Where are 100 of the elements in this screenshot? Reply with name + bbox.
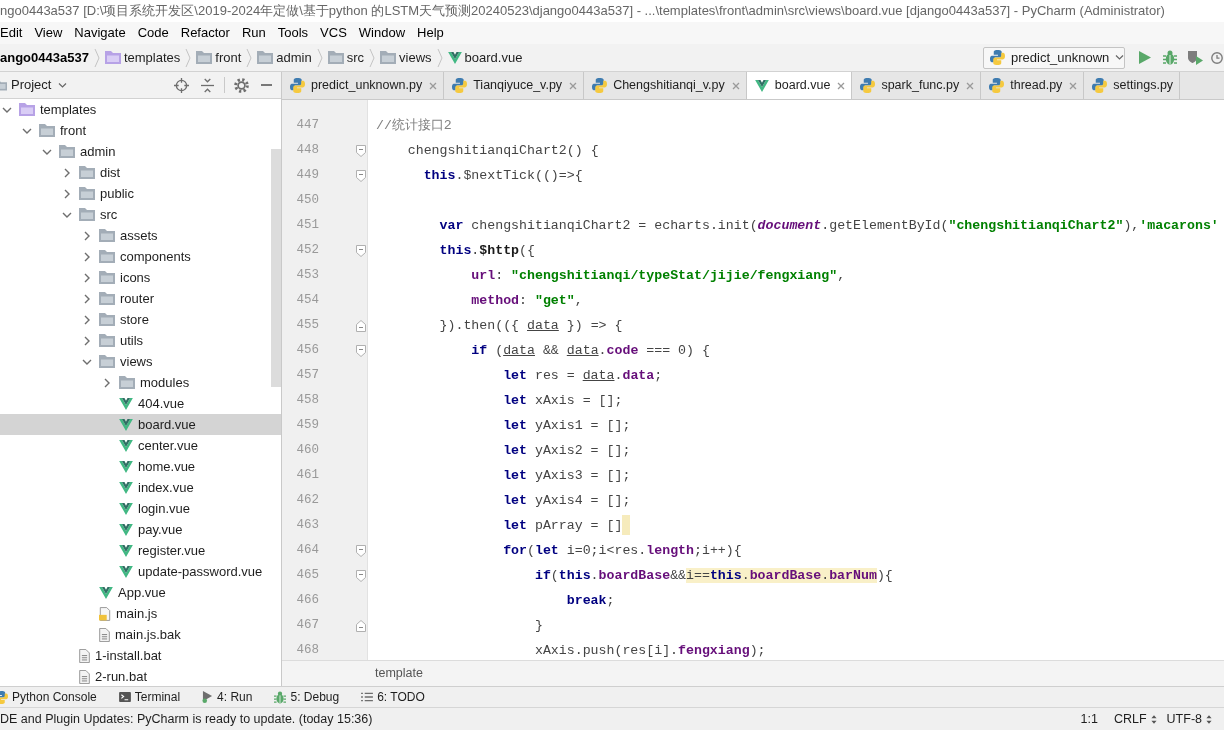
tool-window-button[interactable]: 6: TODO	[361, 688, 425, 706]
menu-item[interactable]: Edit	[0, 23, 23, 43]
chevron-down-icon[interactable]	[62, 211, 72, 218]
fold-marker-icon[interactable]	[356, 169, 366, 182]
tool-window-button[interactable]: 5: Debug	[274, 688, 340, 706]
breadcrumb-item[interactable]: template	[375, 664, 423, 683]
chevron-right-icon[interactable]	[64, 188, 70, 199]
chevron-right-icon[interactable]	[84, 335, 90, 346]
fold-marker-icon[interactable]	[356, 619, 366, 632]
tree-item[interactable]: 1-install.bat	[79, 645, 162, 666]
tree-item[interactable]: assets	[82, 225, 158, 246]
menu-item[interactable]: Code	[137, 23, 169, 43]
tree-item[interactable]: home.vue	[119, 456, 196, 477]
tree-item[interactable]: store	[82, 309, 149, 330]
clock-icon[interactable]	[1211, 51, 1223, 64]
caret-position[interactable]: 1:1	[1080, 709, 1098, 729]
tree-item[interactable]: dist	[62, 162, 121, 183]
tree-item[interactable]: board.vue	[119, 414, 196, 435]
fold-marker-icon[interactable]	[356, 344, 366, 357]
chevron-down-icon[interactable]	[82, 358, 92, 365]
encoding-widget[interactable]: UTF-8	[1166, 709, 1212, 729]
editor-tab[interactable]: board.vue	[746, 72, 853, 99]
tree-item[interactable]: front	[22, 120, 86, 141]
tree-item[interactable]: App.vue	[99, 582, 166, 603]
tool-window-button[interactable]: Python Console	[0, 688, 97, 706]
chevron-right-icon[interactable]	[84, 230, 90, 241]
breadcrumb-item[interactable]: admin	[257, 47, 312, 68]
code-line: this.$http({	[439, 241, 535, 260]
run-icon[interactable]	[1139, 51, 1151, 64]
menu-item[interactable]: Run	[241, 23, 266, 43]
tree-item[interactable]: views	[82, 351, 153, 372]
menu-item[interactable]: View	[34, 23, 63, 43]
tree-item[interactable]: public	[62, 183, 134, 204]
tree-item[interactable]: main.js	[99, 603, 158, 624]
fold-marker-icon[interactable]	[356, 144, 366, 157]
line-number: 457	[295, 367, 319, 385]
fold-marker-icon[interactable]	[356, 544, 366, 557]
vue-file-icon	[119, 481, 133, 494]
close-icon[interactable]	[569, 81, 578, 90]
menu-item[interactable]: Navigate	[74, 23, 126, 43]
shield-play-icon[interactable]	[1187, 50, 1203, 65]
breadcrumb-item[interactable]: board.vue	[447, 47, 523, 68]
close-icon[interactable]	[731, 81, 740, 90]
bug-icon[interactable]	[1163, 50, 1177, 65]
fold-marker-icon[interactable]	[356, 319, 366, 332]
fold-marker-icon[interactable]	[356, 569, 366, 582]
breadcrumb-item[interactable]: front	[196, 47, 242, 68]
breadcrumb-item[interactable]: ango0443a537	[0, 47, 89, 68]
fold-marker-icon[interactable]	[356, 244, 366, 257]
project-view-dropdown[interactable]: Project	[11, 75, 68, 95]
chevron-right-icon[interactable]	[104, 377, 110, 388]
close-icon[interactable]	[1069, 81, 1078, 90]
chevron-down-icon[interactable]	[22, 127, 32, 134]
close-icon[interactable]	[429, 81, 438, 90]
collapse-all-icon[interactable]	[201, 77, 214, 93]
tree-item[interactable]: login.vue	[119, 498, 191, 519]
menu-item[interactable]: Window	[358, 23, 406, 43]
menu-item[interactable]: Refactor	[180, 23, 230, 43]
close-icon[interactable]	[837, 81, 846, 90]
tree-item[interactable]: register.vue	[119, 540, 206, 561]
folder-icon	[99, 250, 115, 263]
target-icon[interactable]	[174, 77, 189, 93]
menu-item[interactable]: Help	[417, 23, 444, 43]
tree-item[interactable]: templates	[2, 99, 97, 120]
line-number: 452	[295, 242, 319, 260]
menu-item[interactable]: VCS	[320, 23, 347, 43]
chevron-right-icon[interactable]	[64, 167, 70, 178]
settings-icon[interactable]	[234, 77, 249, 93]
breadcrumb-item[interactable]: templates	[104, 47, 181, 68]
breadcrumb-item[interactable]: src	[327, 47, 365, 68]
tree-item[interactable]: admin	[42, 141, 116, 162]
scrollbar-thumb[interactable]	[271, 149, 281, 387]
chevron-right-icon[interactable]	[84, 314, 90, 325]
chevron-right-icon[interactable]	[84, 251, 90, 262]
caret-down-icon	[1115, 55, 1125, 60]
tree-item[interactable]: utils	[82, 330, 144, 351]
chevron-right-icon[interactable]	[84, 272, 90, 283]
chevron-down-icon[interactable]	[2, 106, 12, 113]
tree-item[interactable]: router	[82, 288, 154, 309]
tree-item[interactable]: modules	[102, 372, 190, 393]
tree-item[interactable]: pay.vue	[119, 519, 183, 540]
tree-item[interactable]: icons	[82, 267, 151, 288]
run-config-dropdown[interactable]: predict_unknown	[983, 46, 1125, 69]
menu-item[interactable]: Tools	[277, 23, 309, 43]
tree-item[interactable]: center.vue	[119, 435, 198, 456]
folder-icon	[79, 208, 95, 221]
tree-item[interactable]: main.js.bak	[99, 624, 181, 645]
line-separator-widget[interactable]: CRLF	[1113, 709, 1157, 729]
tree-item[interactable]: 2-run.bat	[79, 666, 148, 686]
tree-item[interactable]: 404.vue	[119, 393, 185, 414]
chevron-right-icon[interactable]	[84, 293, 90, 304]
tree-item[interactable]: index.vue	[119, 477, 194, 498]
tool-window-button[interactable]: Terminal	[118, 688, 181, 706]
tool-window-button[interactable]: 4: Run	[202, 688, 253, 706]
chevron-down-icon[interactable]	[42, 148, 52, 155]
close-icon[interactable]	[966, 81, 975, 90]
tree-item[interactable]: components	[82, 246, 191, 267]
breadcrumb-item[interactable]: views	[380, 47, 432, 68]
tree-item[interactable]: update-password.vue	[119, 561, 263, 582]
tree-item[interactable]: src	[62, 204, 118, 225]
